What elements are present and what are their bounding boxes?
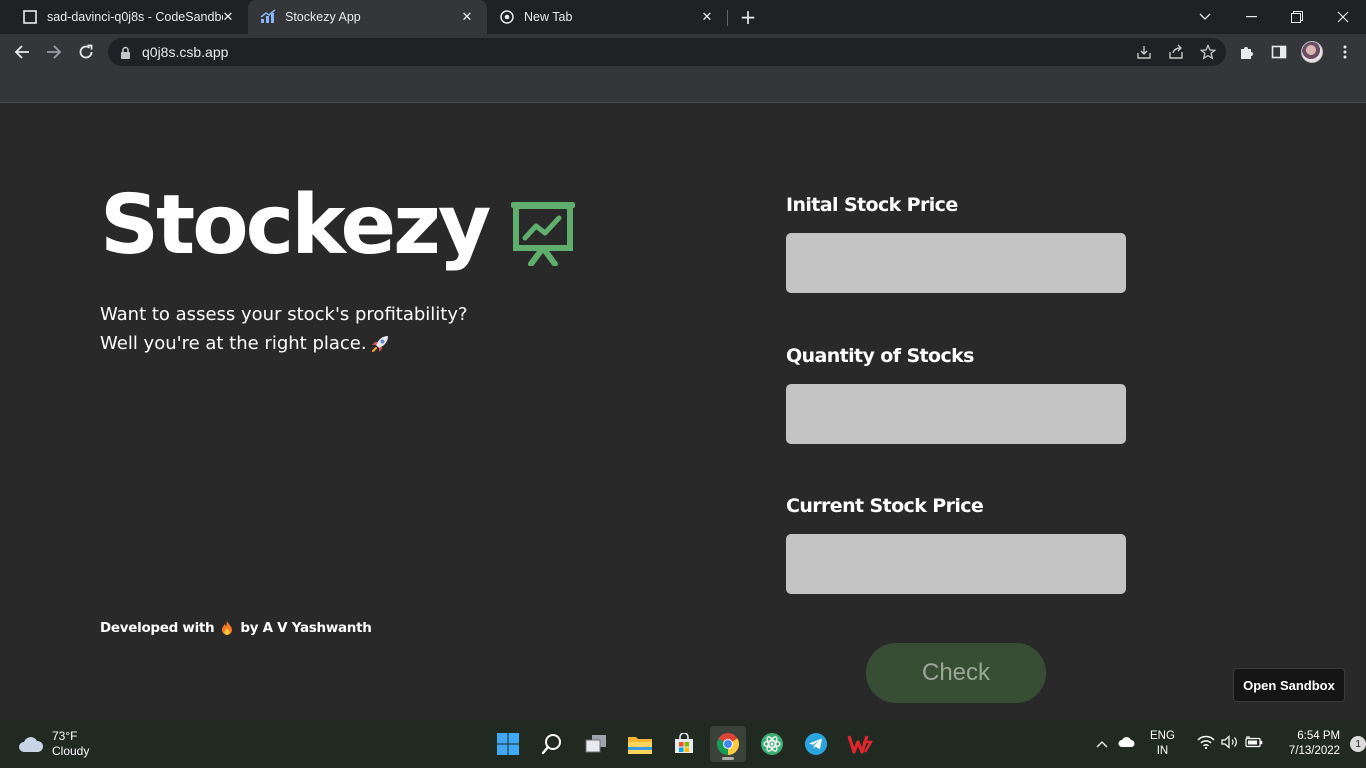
telegram-button[interactable] bbox=[798, 726, 834, 762]
current-price-label: Current Stock Price bbox=[786, 495, 984, 517]
onedrive-cloud-icon[interactable] bbox=[1118, 735, 1136, 753]
minimize-button[interactable] bbox=[1228, 0, 1274, 34]
browser-toolbar: q0j8s.csb.app bbox=[0, 34, 1366, 70]
bookmark-star-icon[interactable] bbox=[1199, 43, 1217, 60]
forward-arrow-icon[interactable] bbox=[42, 40, 66, 64]
tab-stockezy[interactable]: Stockezy App ✕ bbox=[248, 0, 487, 34]
profile-avatar[interactable] bbox=[1301, 41, 1323, 63]
taskbar-search-button[interactable] bbox=[534, 726, 570, 762]
clock[interactable]: 6:54 PM 7/13/2022 bbox=[1289, 729, 1340, 759]
windows-taskbar: 73°F Cloudy ENG IN 6:54 PM 7/13/2022 1 bbox=[0, 720, 1366, 768]
credit-prefix: Developed with bbox=[100, 620, 215, 636]
close-window-button[interactable] bbox=[1320, 0, 1366, 34]
menu-kebab-icon[interactable] bbox=[1337, 44, 1353, 60]
language-indicator[interactable]: ENG IN bbox=[1150, 729, 1175, 759]
tab-new-tab[interactable]: New Tab ✕ bbox=[487, 0, 727, 34]
restore-button[interactable] bbox=[1274, 0, 1320, 34]
stockezy-favicon-icon bbox=[260, 9, 276, 25]
weather-widget[interactable]: 73°F Cloudy bbox=[18, 729, 89, 759]
reload-icon[interactable] bbox=[74, 40, 98, 64]
tab-codesandbox[interactable]: sad-davinci-q0j8s - CodeSandbox ✕ bbox=[0, 0, 248, 34]
chrome-favicon-icon bbox=[499, 9, 515, 25]
battery-icon[interactable] bbox=[1245, 735, 1263, 753]
rocket-icon bbox=[371, 335, 388, 352]
side-panel-icon[interactable] bbox=[1271, 44, 1287, 60]
app-logo-text: Stockezy bbox=[100, 178, 491, 273]
task-view-icon bbox=[585, 735, 606, 753]
store-bag-icon bbox=[675, 733, 693, 753]
open-sandbox-button[interactable]: Open Sandbox bbox=[1233, 668, 1345, 702]
current-price-input[interactable] bbox=[786, 534, 1126, 594]
notification-badge[interactable]: 1 bbox=[1350, 736, 1366, 752]
wps-logo-icon bbox=[847, 733, 873, 755]
weather-temperature: 73°F bbox=[52, 729, 78, 743]
language-code: ENG bbox=[1150, 730, 1175, 742]
wps-office-button[interactable] bbox=[842, 726, 878, 762]
stockezy-page: Stockezy Want to assess your stock's pro… bbox=[0, 103, 1366, 720]
microsoft-store-button[interactable] bbox=[666, 726, 702, 762]
quantity-input[interactable] bbox=[786, 384, 1126, 444]
telegram-logo-icon bbox=[805, 733, 827, 755]
initial-price-input[interactable] bbox=[786, 233, 1126, 293]
active-app-indicator bbox=[722, 757, 734, 760]
install-app-icon[interactable] bbox=[1136, 44, 1152, 60]
chrome-logo-icon bbox=[717, 733, 739, 755]
extensions-puzzle-icon[interactable] bbox=[1239, 44, 1255, 60]
developer-credit: Developed with by A V Yashwanth bbox=[100, 620, 372, 636]
close-tab-icon[interactable]: ✕ bbox=[699, 9, 715, 25]
close-tab-icon[interactable]: ✕ bbox=[459, 9, 475, 25]
tab-title: sad-davinci-q0j8s - CodeSandbox bbox=[47, 10, 223, 24]
start-button[interactable] bbox=[490, 726, 526, 762]
lock-icon[interactable] bbox=[120, 45, 131, 64]
check-button[interactable]: Check bbox=[866, 643, 1046, 703]
tagline-line-2-text: Well you're at the right place. bbox=[100, 333, 367, 354]
quantity-label: Quantity of Stocks bbox=[786, 345, 974, 367]
close-tab-icon[interactable]: ✕ bbox=[220, 9, 236, 25]
folder-icon bbox=[628, 737, 652, 754]
region-code: IN bbox=[1156, 745, 1169, 757]
url-text: q0j8s.csb.app bbox=[142, 44, 229, 60]
presentation-chart-icon bbox=[511, 202, 575, 266]
address-bar[interactable]: q0j8s.csb.app bbox=[108, 38, 1226, 66]
tagline: Want to assess your stock's profitabilit… bbox=[100, 300, 468, 358]
system-tray: ENG IN 6:54 PM 7/13/2022 1 bbox=[1094, 720, 1366, 768]
atom-logo-icon bbox=[761, 733, 783, 755]
volume-icon[interactable] bbox=[1221, 734, 1239, 754]
credit-suffix: by A V Yashwanth bbox=[240, 620, 372, 636]
tab-divider bbox=[727, 10, 728, 26]
weather-description: Cloudy bbox=[52, 744, 90, 758]
browser-tab-strip: sad-davinci-q0j8s - CodeSandbox ✕ Stocke… bbox=[0, 0, 1366, 34]
tagline-line-1: Want to assess your stock's profitabilit… bbox=[100, 304, 468, 325]
fire-icon bbox=[222, 621, 233, 635]
task-view-button[interactable] bbox=[578, 726, 614, 762]
tab-title: Stockezy App bbox=[285, 10, 361, 24]
wifi-icon[interactable] bbox=[1197, 735, 1215, 754]
windows-logo-icon bbox=[497, 733, 519, 755]
atom-app-button[interactable] bbox=[754, 726, 790, 762]
tab-title: New Tab bbox=[524, 10, 573, 24]
file-explorer-button[interactable] bbox=[622, 726, 658, 762]
tagline-line-2: Well you're at the right place. bbox=[100, 329, 468, 358]
search-icon bbox=[541, 734, 561, 755]
initial-price-label: Inital Stock Price bbox=[786, 194, 958, 216]
clock-date: 7/13/2022 bbox=[1288, 745, 1341, 757]
clock-time: 6:54 PM bbox=[1297, 730, 1341, 742]
codesandbox-favicon-icon bbox=[22, 9, 38, 25]
tab-search-icon[interactable] bbox=[1182, 0, 1228, 34]
new-tab-button[interactable]: + bbox=[737, 6, 759, 28]
back-arrow-icon[interactable] bbox=[10, 40, 34, 64]
bookmarks-bar bbox=[0, 70, 1366, 103]
share-icon[interactable] bbox=[1168, 44, 1184, 60]
show-hidden-icons-chevron-icon[interactable] bbox=[1094, 740, 1110, 748]
cloud-weather-icon bbox=[19, 737, 44, 752]
chrome-taskbar-button[interactable] bbox=[710, 726, 746, 762]
